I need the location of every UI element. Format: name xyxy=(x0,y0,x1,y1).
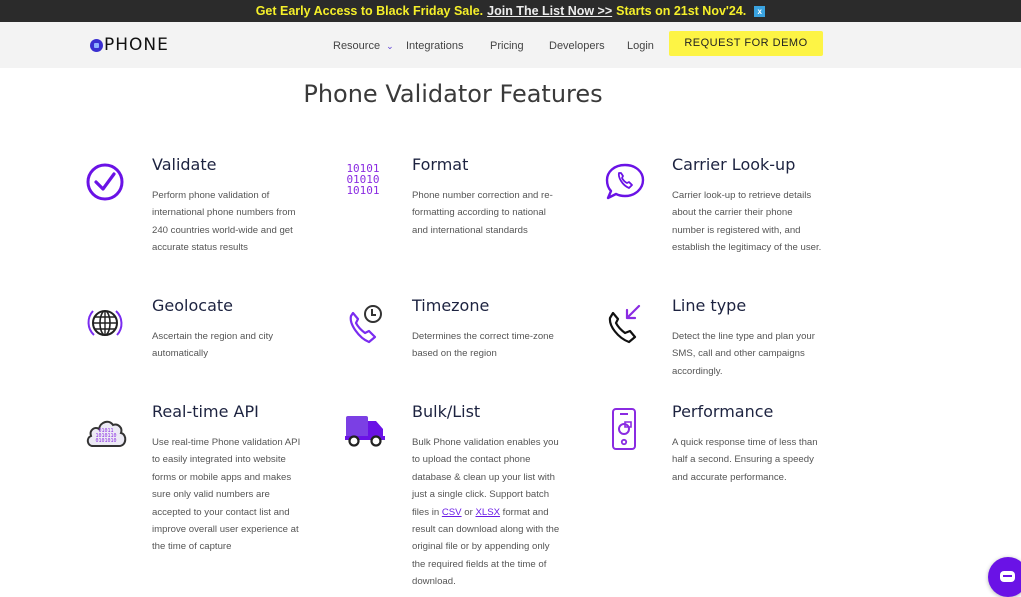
nav-pricing[interactable]: Pricing xyxy=(490,40,524,52)
request-demo-button[interactable]: REQUEST FOR DEMO xyxy=(669,31,823,56)
nav-integrations[interactable]: Integrations xyxy=(406,40,463,52)
feature-title: Line type xyxy=(672,296,747,315)
xlsx-link[interactable]: XLSX xyxy=(475,507,500,518)
logo-mark-icon xyxy=(90,38,103,52)
globe-icon xyxy=(87,310,123,336)
phone-clock-icon xyxy=(349,305,382,344)
feature-title: Format xyxy=(412,155,469,174)
promo-text: Get Early Access to Black Friday Sale. xyxy=(255,4,484,18)
phone-bubble-icon xyxy=(605,163,645,200)
chat-widget-button[interactable] xyxy=(988,557,1021,597)
feature-description: Perform phone validation of internationa… xyxy=(152,190,296,254)
phone-incoming-icon xyxy=(608,304,641,344)
mobile-chart-icon xyxy=(612,408,636,450)
csv-link[interactable]: CSV xyxy=(442,507,462,518)
desc-text: format and result can download along wit… xyxy=(412,506,560,588)
chat-icon xyxy=(1000,571,1015,582)
top-navigation: PHONE Resource ⌄ Integrations Pricing Dev… xyxy=(0,22,1021,68)
feature-title: Bulk/List xyxy=(412,402,481,421)
feature-description: Detect the line type and plan your SMS, … xyxy=(672,331,815,377)
feature-title: Carrier Look-up xyxy=(672,155,796,174)
logo[interactable]: PHONE xyxy=(90,35,169,55)
binary-line: 10101 xyxy=(346,184,379,197)
page-title: Phone Validator Features xyxy=(303,80,603,108)
nav-resource-label: Resource xyxy=(333,40,381,52)
feature-title: Validate xyxy=(152,155,217,174)
cloud-binary-icon: 0101110101100101010 xyxy=(86,420,127,447)
feature-description: Use real-time Phone validation API to ea… xyxy=(152,437,301,553)
feature-description: Ascertain the region and city automatica… xyxy=(152,331,274,360)
promo-banner: Get Early Access to Black Friday Sale. J… xyxy=(0,0,1021,22)
feature-description: Determines the correct time-zone based o… xyxy=(412,331,554,360)
chevron-down-icon: ⌄ xyxy=(386,41,394,51)
nav-resource[interactable]: Resource ⌄ xyxy=(333,40,394,52)
close-banner-button[interactable]: x xyxy=(754,5,766,17)
join-list-link[interactable]: Join The List Now >> xyxy=(487,4,612,18)
promo-date: Starts on 21st Nov'24. xyxy=(616,4,747,18)
feature-title: Performance xyxy=(672,402,774,421)
desc-text: or xyxy=(461,506,476,518)
feature-description: A quick response time of less than half … xyxy=(672,437,818,483)
feature-title: Geolocate xyxy=(152,296,233,315)
feature-description: Phone number correction and re-formattin… xyxy=(412,190,553,236)
feature-title: Real-time API xyxy=(152,402,259,421)
truck-icon xyxy=(345,416,385,447)
check-circle-icon xyxy=(86,163,124,201)
nav-login[interactable]: Login xyxy=(627,40,654,52)
nav-developers[interactable]: Developers xyxy=(549,40,605,52)
feature-description: Bulk Phone validation enables you to upl… xyxy=(412,434,562,591)
desc-text: Bulk Phone validation enables you to upl… xyxy=(412,437,559,518)
binary-icon: 10101 01010 10101 xyxy=(346,162,379,197)
feature-description: Carrier look-up to retrieve details abou… xyxy=(672,190,822,254)
logo-text: PHONE xyxy=(104,35,169,55)
feature-title: Timezone xyxy=(412,296,490,315)
svg-text:0101010: 0101010 xyxy=(95,438,116,444)
